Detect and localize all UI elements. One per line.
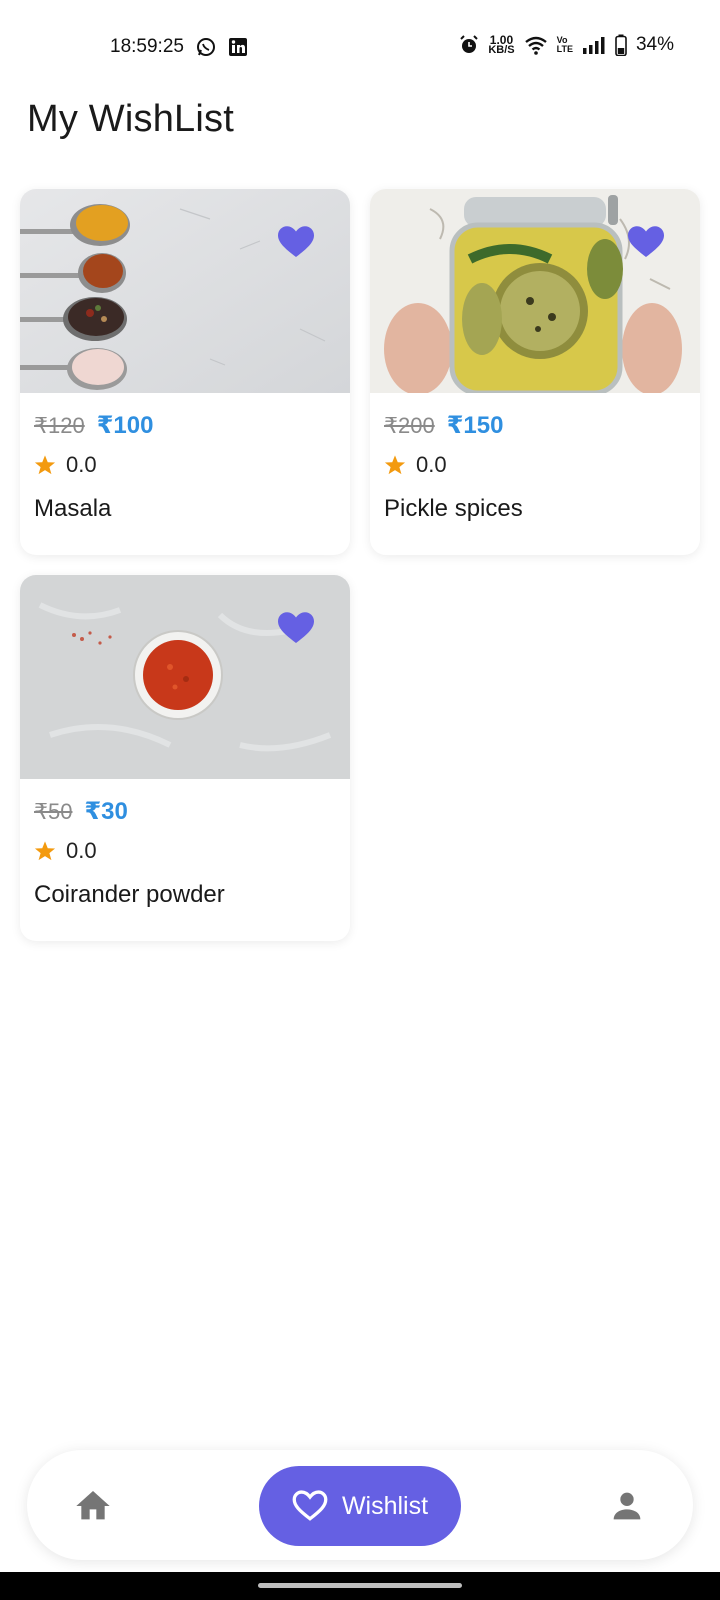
nav-wishlist-button[interactable]: Wishlist	[259, 1466, 461, 1546]
original-price: ₹120	[34, 413, 85, 438]
rating-row: 0.0	[34, 452, 97, 478]
status-bar: 18:59:25 1.00 KB/S Vo LTE 34%	[0, 0, 720, 96]
battery-percent: 34%	[635, 34, 674, 55]
heart-outline-icon	[292, 1490, 328, 1521]
product-image	[20, 189, 350, 393]
star-icon	[34, 841, 56, 861]
rating-value: 0.0	[66, 838, 97, 863]
wishlist-grid: ₹120 ₹100 0.0 Masala ₹200 ₹150 0.0 Pickl…	[20, 189, 700, 941]
original-price: ₹200	[384, 413, 435, 438]
price-row: ₹200 ₹150	[384, 411, 503, 440]
status-right: 1.00 KB/S Vo LTE 34%	[459, 34, 674, 56]
price-row: ₹120 ₹100	[34, 411, 153, 440]
nav-wishlist-label: Wishlist	[341, 1491, 429, 1520]
page-title: My WishList	[27, 98, 234, 140]
linkedin-icon	[228, 37, 248, 57]
original-price: ₹50	[34, 799, 73, 824]
rating-row: 0.0	[34, 838, 97, 864]
rating-value: 0.0	[66, 452, 97, 477]
sale-price: ₹30	[84, 798, 128, 825]
battery-icon	[615, 34, 627, 56]
status-time: 18:59:25	[110, 36, 184, 57]
network-speed: 1.00 KB/S	[488, 33, 515, 56]
person-icon	[613, 1492, 641, 1520]
rating-value: 0.0	[416, 452, 447, 477]
sale-price: ₹150	[446, 412, 504, 439]
product-name: Coirander powder	[34, 881, 225, 908]
signal-icon	[582, 36, 606, 54]
gesture-handle[interactable]	[258, 1583, 462, 1588]
nav-home-button[interactable]	[73, 1486, 113, 1526]
star-icon	[384, 455, 406, 475]
nav-profile-button[interactable]	[607, 1486, 647, 1526]
status-left: 18:59:25	[110, 36, 248, 58]
system-navigation-bar	[0, 1572, 720, 1600]
wifi-icon	[524, 35, 548, 55]
product-card[interactable]: ₹50 ₹30 0.0 Coirander powder	[20, 575, 350, 941]
product-image	[370, 189, 700, 393]
product-card[interactable]: ₹120 ₹100 0.0 Masala	[20, 189, 350, 555]
product-image	[20, 575, 350, 779]
heart-icon[interactable]	[628, 225, 664, 259]
star-icon	[34, 455, 56, 475]
bottom-nav: Wishlist	[27, 1450, 693, 1560]
alarm-icon	[459, 35, 479, 55]
product-card[interactable]: ₹200 ₹150 0.0 Pickle spices	[370, 189, 700, 555]
price-row: ₹50 ₹30	[34, 797, 128, 826]
heart-icon[interactable]	[278, 611, 314, 645]
sale-price: ₹100	[96, 412, 154, 439]
heart-icon[interactable]	[278, 225, 314, 259]
product-name: Pickle spices	[384, 495, 523, 522]
rating-row: 0.0	[384, 452, 447, 478]
product-name: Masala	[34, 495, 112, 522]
whatsapp-icon	[196, 37, 216, 57]
volte-indicator: Vo LTE	[556, 35, 573, 54]
home-icon	[76, 1491, 110, 1520]
